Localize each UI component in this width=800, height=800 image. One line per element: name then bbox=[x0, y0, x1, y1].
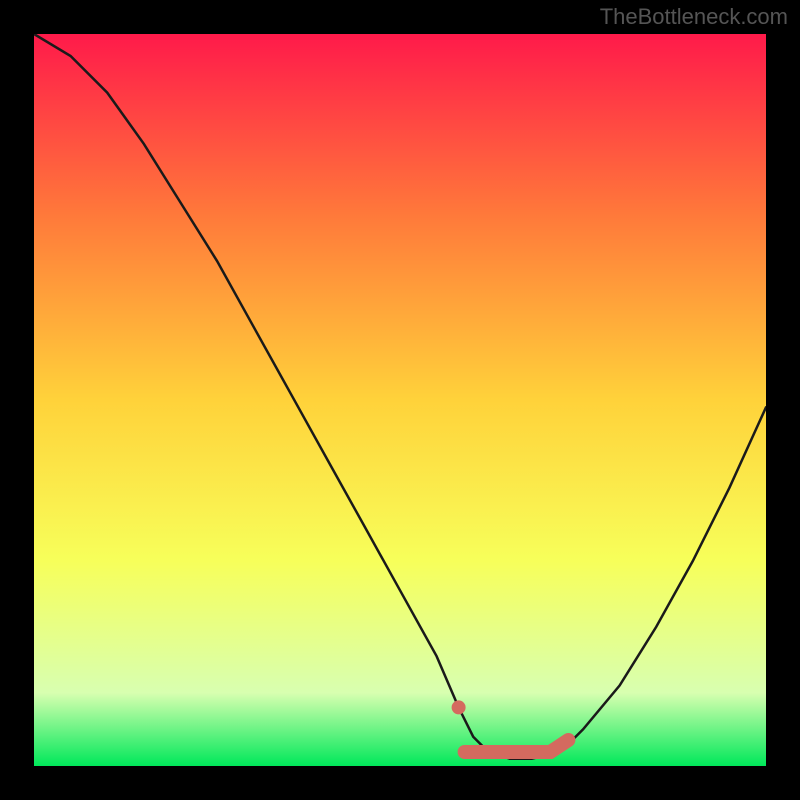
watermark-label: TheBottleneck.com bbox=[600, 4, 788, 30]
chart-plot-area bbox=[34, 34, 766, 766]
chart-svg bbox=[34, 34, 766, 766]
optimal-zone-start-marker bbox=[452, 700, 466, 714]
